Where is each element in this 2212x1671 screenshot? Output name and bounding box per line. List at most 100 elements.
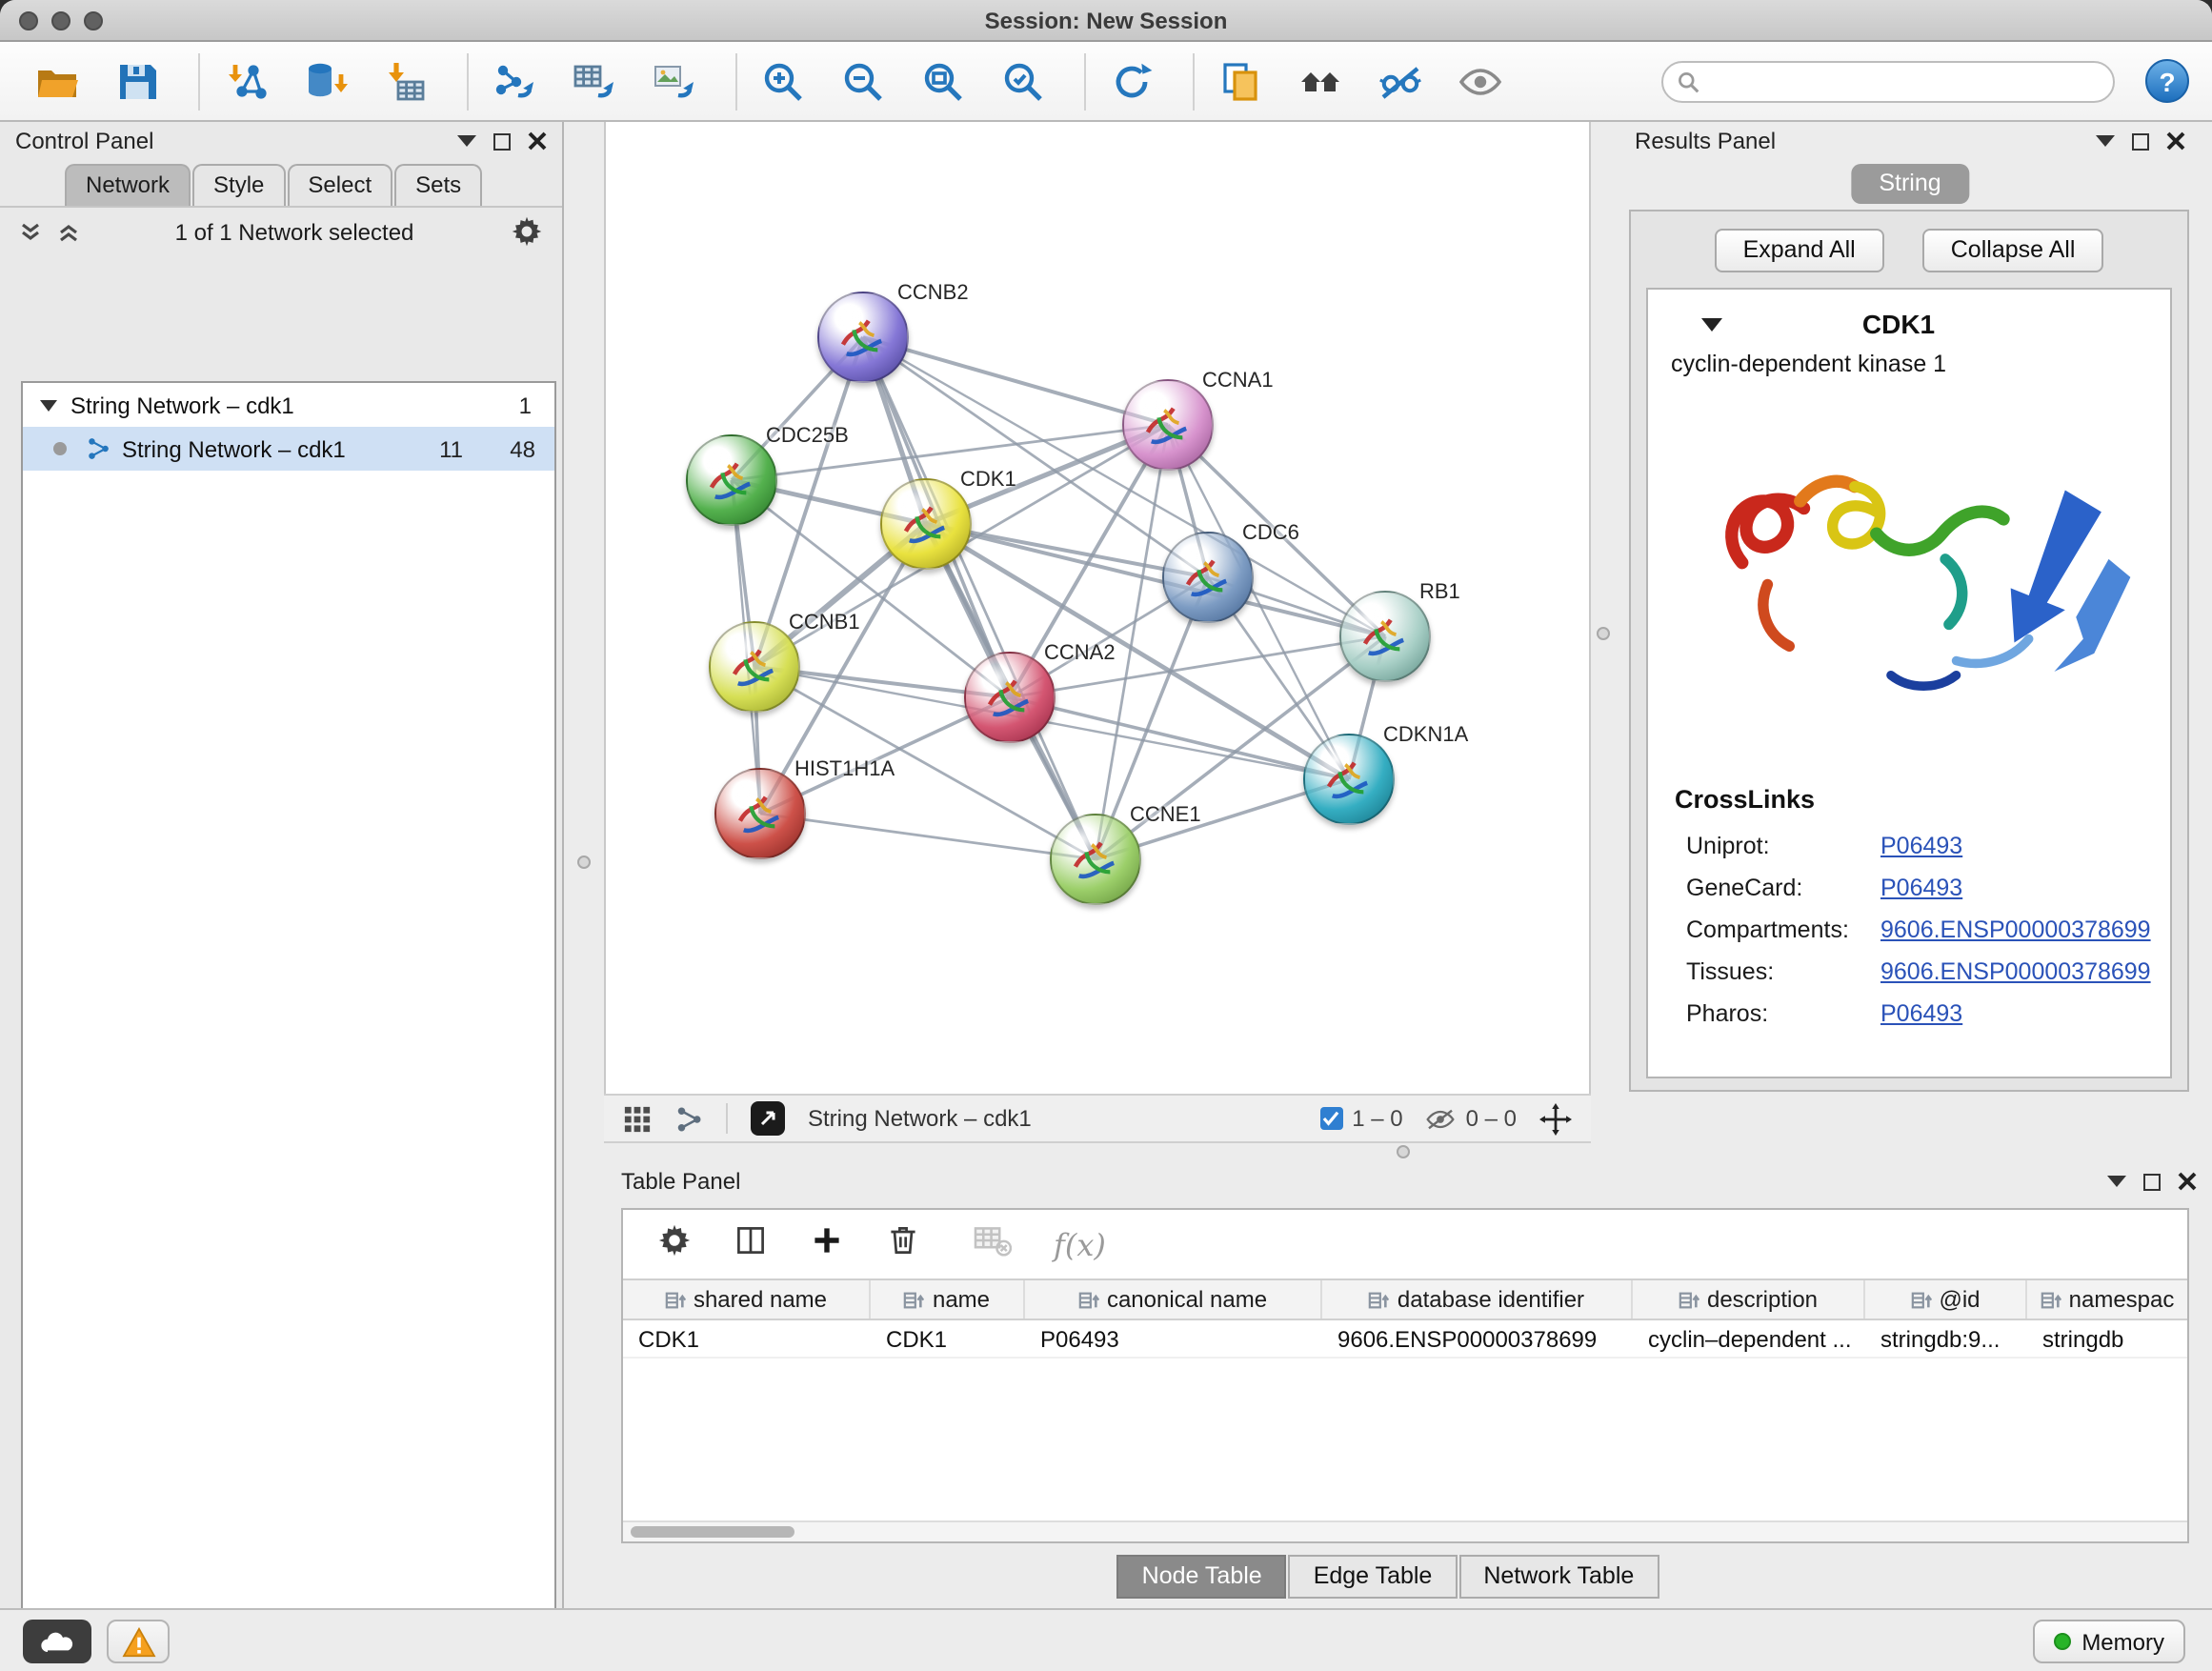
network-canvas[interactable]: CCNB2CCNA1CDC25BCDK1CDC6RB1CCNB1CCNA2CDK… bbox=[604, 122, 1591, 1094]
zoom-out-button[interactable] bbox=[836, 54, 890, 108]
expand-all-networks-button[interactable] bbox=[19, 220, 42, 243]
tab-style[interactable]: Style bbox=[192, 164, 285, 206]
selected-nodes-checkbox-icon[interactable] bbox=[1319, 1107, 1342, 1130]
collapse-all-networks-button[interactable] bbox=[57, 220, 80, 243]
crosslink-genecard-link[interactable]: P06493 bbox=[1880, 867, 1962, 909]
export-network-button[interactable] bbox=[488, 54, 541, 108]
show-columns-button[interactable] bbox=[734, 1222, 768, 1266]
panel-float-button[interactable] bbox=[2143, 1173, 2161, 1190]
delete-table-button[interactable] bbox=[974, 1222, 1012, 1266]
network-row-selected[interactable]: String Network – cdk1 11 48 bbox=[23, 427, 554, 471]
column-header-canonical-name[interactable]: canonical name bbox=[1025, 1280, 1322, 1319]
tab-select[interactable]: Select bbox=[287, 164, 392, 206]
tab-edge-table[interactable]: Edge Table bbox=[1289, 1555, 1458, 1599]
birdseye-view-button[interactable] bbox=[751, 1101, 785, 1136]
panel-menu-button[interactable] bbox=[457, 135, 476, 147]
cell-name[interactable]: CDK1 bbox=[871, 1320, 1025, 1357]
crosslink-compartments-link[interactable]: 9606.ENSP00000378699 bbox=[1880, 909, 2151, 951]
zoom-in-button[interactable] bbox=[756, 54, 810, 108]
column-header-namespace[interactable]: namespac bbox=[2027, 1280, 2187, 1319]
network-node-CCNA1[interactable] bbox=[1122, 379, 1214, 471]
column-header-name[interactable]: name bbox=[871, 1280, 1025, 1319]
string-home-button[interactable] bbox=[1294, 54, 1347, 108]
import-network-file-button[interactable] bbox=[219, 54, 272, 108]
cell-database-identifier[interactable]: 9606.ENSP00000378699 bbox=[1322, 1320, 1633, 1357]
network-view-mode-button[interactable] bbox=[674, 1104, 703, 1133]
panel-close-button[interactable] bbox=[528, 131, 547, 151]
network-edge[interactable] bbox=[760, 814, 1096, 859]
memory-button[interactable]: Memory bbox=[2032, 1620, 2185, 1663]
network-node-CCNE1[interactable] bbox=[1050, 814, 1141, 905]
network-node-RB1[interactable] bbox=[1339, 591, 1431, 682]
network-edge[interactable] bbox=[1010, 697, 1349, 779]
add-column-button[interactable] bbox=[810, 1222, 844, 1266]
save-session-button[interactable] bbox=[111, 54, 164, 108]
cell-description[interactable]: cyclin–dependent ... bbox=[1633, 1320, 1865, 1357]
eye-toggle-button[interactable] bbox=[1454, 54, 1507, 108]
column-header-description[interactable]: description bbox=[1633, 1280, 1865, 1319]
zoom-selected-button[interactable] bbox=[996, 54, 1050, 108]
search-input[interactable] bbox=[1661, 60, 2115, 102]
function-builder-button[interactable]: f(x) bbox=[1054, 1226, 1106, 1262]
network-node-CCNA2[interactable] bbox=[964, 652, 1056, 743]
network-node-CDKN1A[interactable] bbox=[1303, 734, 1395, 825]
panel-menu-button[interactable] bbox=[2096, 135, 2115, 147]
network-edge[interactable] bbox=[863, 337, 1096, 859]
network-node-CDK1[interactable] bbox=[880, 478, 972, 570]
network-node-CDC25B[interactable] bbox=[686, 434, 777, 526]
collection-expand-icon[interactable] bbox=[40, 399, 57, 411]
zoom-fit-button[interactable] bbox=[916, 54, 970, 108]
results-tab-string[interactable]: String bbox=[1850, 164, 1969, 204]
tab-network[interactable]: Network bbox=[65, 164, 191, 206]
network-node-CDC6[interactable] bbox=[1162, 532, 1254, 623]
network-edge[interactable] bbox=[863, 337, 1168, 425]
warnings-button[interactable] bbox=[107, 1620, 170, 1663]
panel-close-button[interactable] bbox=[2178, 1172, 2197, 1191]
grid-view-button[interactable] bbox=[623, 1104, 652, 1133]
tab-node-table[interactable]: Node Table bbox=[1117, 1555, 1287, 1599]
splitter-handle[interactable] bbox=[1397, 1145, 1410, 1158]
table-row[interactable]: CDK1 CDK1 P06493 9606.ENSP00000378699 cy… bbox=[623, 1320, 2187, 1359]
table-horizontal-scrollbar[interactable] bbox=[623, 1520, 2187, 1541]
tab-network-table[interactable]: Network Table bbox=[1458, 1555, 1659, 1599]
table-settings-button[interactable] bbox=[657, 1222, 692, 1266]
scrollbar-thumb[interactable] bbox=[631, 1526, 794, 1538]
export-table-button[interactable] bbox=[568, 54, 621, 108]
import-network-database-button[interactable] bbox=[299, 54, 352, 108]
panel-float-button[interactable] bbox=[493, 132, 511, 150]
cell-shared-name[interactable]: CDK1 bbox=[623, 1320, 871, 1357]
duplicate-network-button[interactable] bbox=[1214, 54, 1267, 108]
network-options-button[interactable] bbox=[511, 215, 543, 248]
collapse-all-button[interactable]: Collapse All bbox=[1922, 229, 2104, 272]
cloud-services-button[interactable] bbox=[23, 1620, 91, 1663]
panel-menu-button[interactable] bbox=[2107, 1176, 2126, 1187]
cell-at-id[interactable]: stringdb:9... bbox=[1865, 1320, 2027, 1357]
section-collapse-button[interactable] bbox=[1701, 317, 1722, 331]
fit-content-button[interactable] bbox=[1539, 1102, 1572, 1135]
delete-column-button[interactable] bbox=[886, 1222, 920, 1266]
glasses-toggle-button[interactable] bbox=[1374, 54, 1427, 108]
cell-canonical-name[interactable]: P06493 bbox=[1025, 1320, 1322, 1357]
column-header-at-id[interactable]: @id bbox=[1865, 1280, 2027, 1319]
network-node-HIST1H1A[interactable] bbox=[714, 768, 806, 859]
crosslink-uniprot-link[interactable]: P06493 bbox=[1880, 825, 1962, 867]
tab-sets[interactable]: Sets bbox=[394, 164, 482, 206]
collection-row[interactable]: String Network – cdk1 1 bbox=[23, 383, 554, 427]
splitter-handle[interactable] bbox=[1597, 627, 1610, 640]
network-node-CCNB1[interactable] bbox=[709, 621, 800, 713]
import-table-button[interactable] bbox=[379, 54, 432, 108]
cell-namespace[interactable]: stringdb bbox=[2027, 1320, 2187, 1357]
column-header-database-identifier[interactable]: database identifier bbox=[1322, 1280, 1633, 1319]
expand-all-button[interactable]: Expand All bbox=[1715, 229, 1884, 272]
column-header-shared-name[interactable]: shared name bbox=[623, 1280, 871, 1319]
export-image-button[interactable] bbox=[648, 54, 701, 108]
splitter-handle[interactable] bbox=[577, 856, 591, 869]
panel-float-button[interactable] bbox=[2132, 132, 2149, 150]
network-node-CCNB2[interactable] bbox=[817, 292, 909, 383]
layout-refresh-button[interactable] bbox=[1105, 54, 1158, 108]
panel-close-button[interactable] bbox=[2166, 131, 2185, 151]
open-session-button[interactable] bbox=[30, 54, 84, 108]
help-button[interactable]: ? bbox=[2145, 59, 2189, 103]
crosslink-tissues-link[interactable]: 9606.ENSP00000378699 bbox=[1880, 951, 2151, 993]
crosslink-pharos-link[interactable]: P06493 bbox=[1880, 993, 1962, 1035]
